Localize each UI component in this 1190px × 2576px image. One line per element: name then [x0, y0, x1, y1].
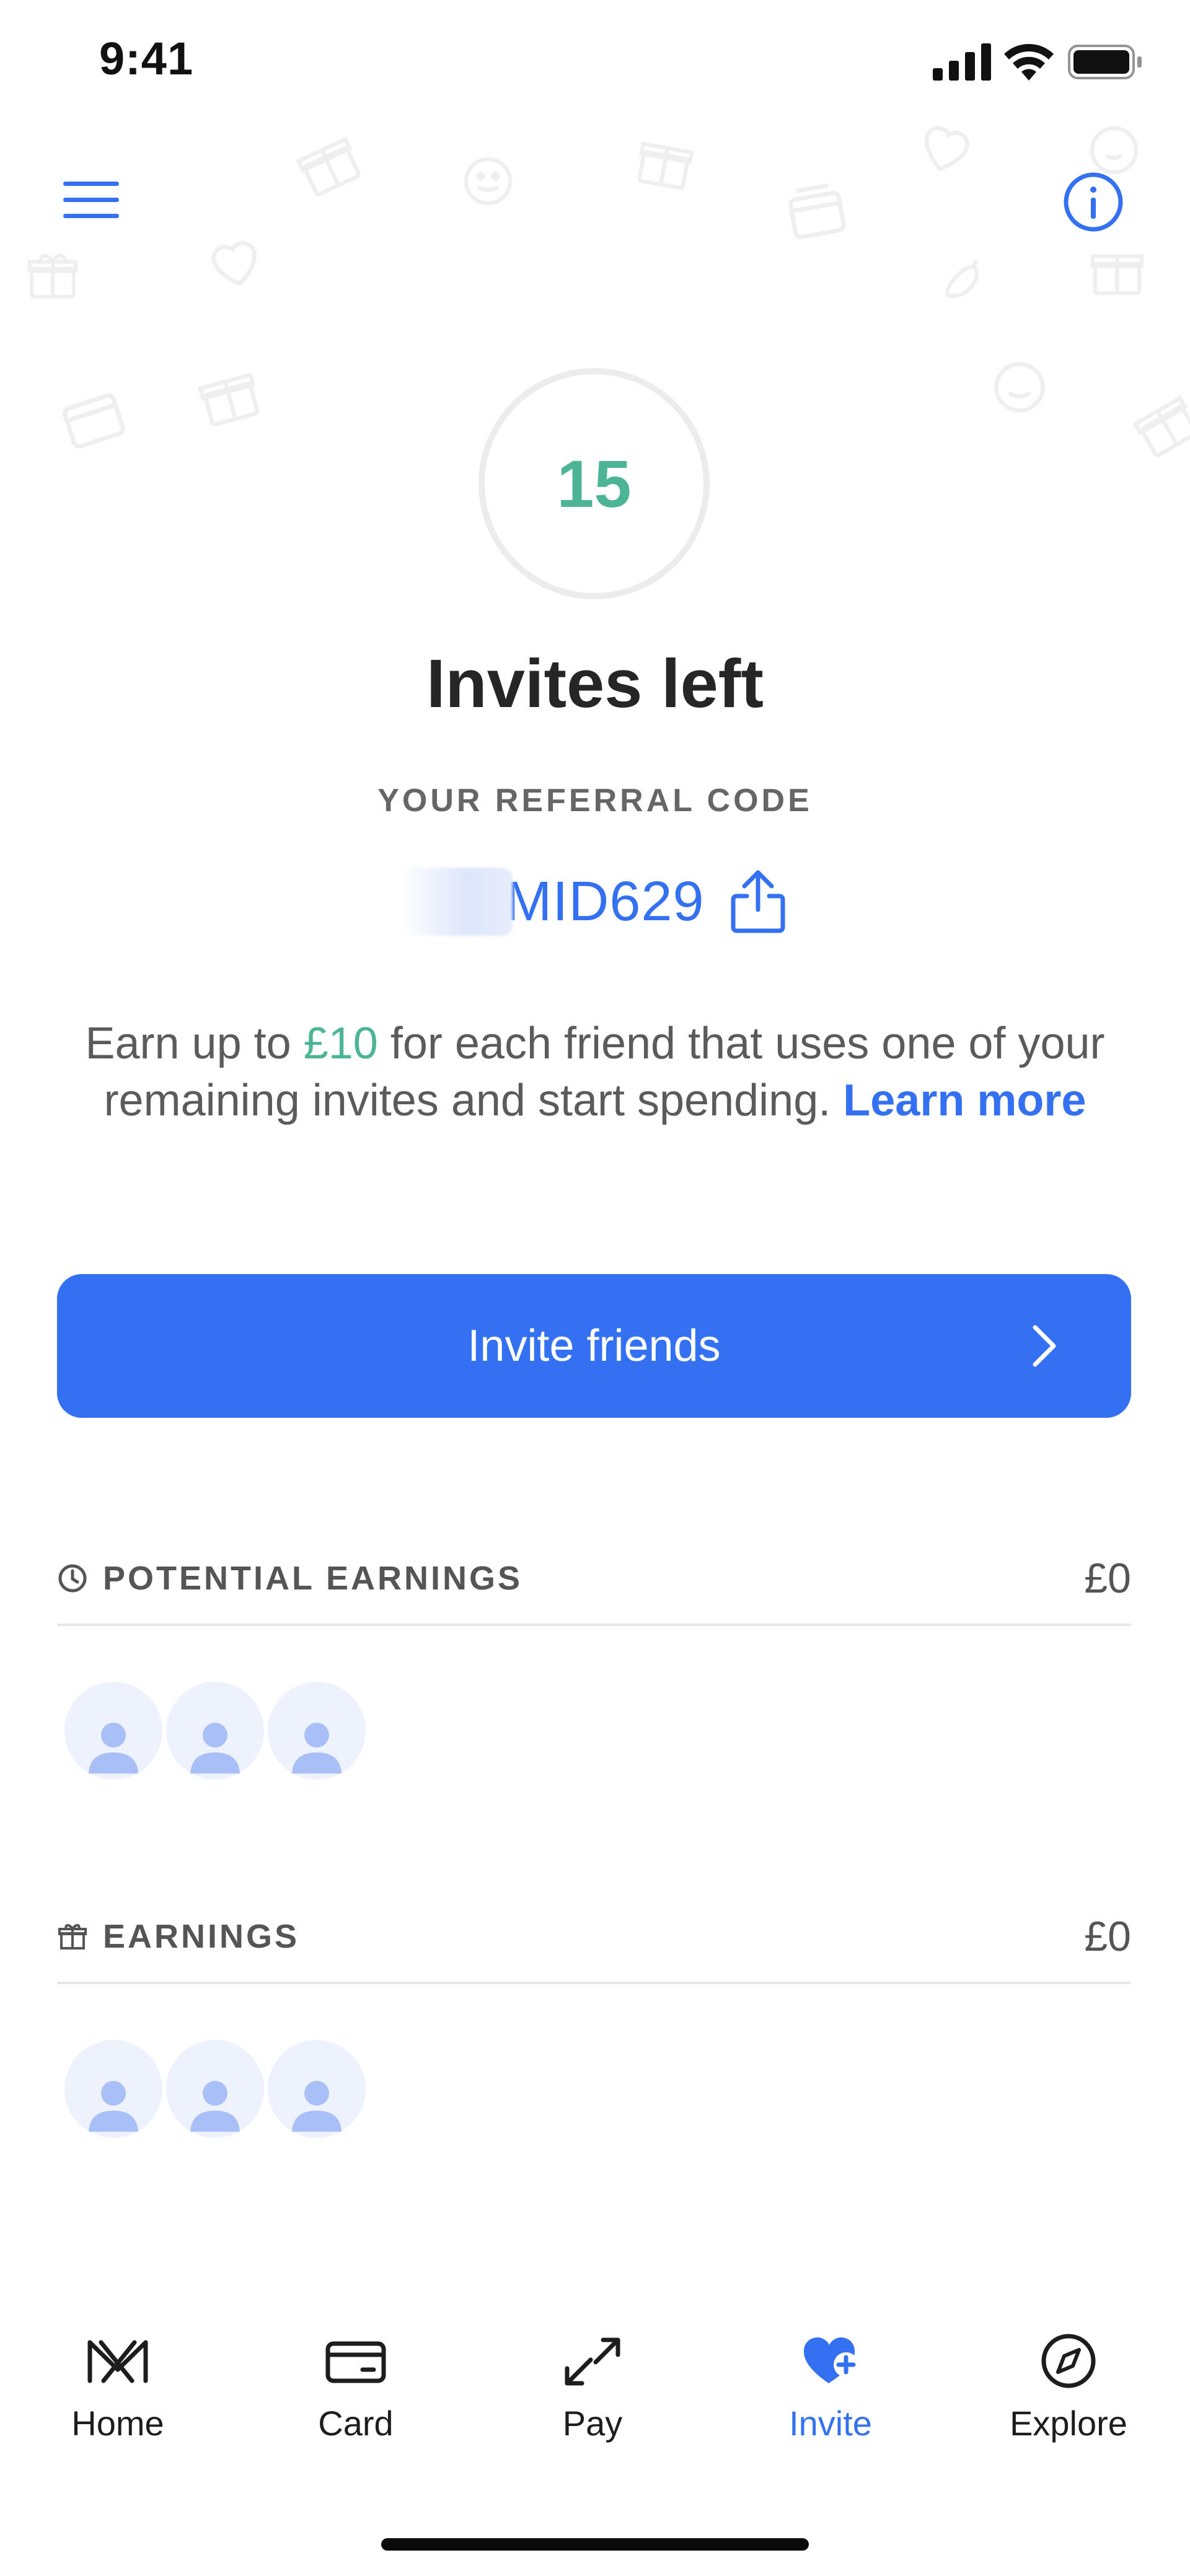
tab-pay[interactable]: Pay — [500, 2330, 685, 2443]
earnings-header: EARNINGS £0 — [57, 1900, 1131, 1974]
potential-earnings-header: POTENTIAL EARNINGS £0 — [57, 1542, 1131, 1616]
decorative-gift-icon — [1132, 393, 1190, 459]
battery-icon — [1068, 45, 1142, 79]
home-indicator[interactable] — [381, 2538, 809, 2551]
tab-pay-label: Pay — [562, 2404, 623, 2443]
referral-code-label: YOUR REFERRAL CODE — [377, 783, 813, 819]
person-icon — [89, 2081, 138, 2132]
card-icon — [325, 2341, 386, 2383]
person-icon — [292, 2081, 342, 2132]
gift-icon — [58, 1923, 87, 1950]
invite-friends-label: Invite friends — [467, 1321, 721, 1371]
referral-code-redaction — [401, 868, 513, 936]
decorative-smiley-icon — [989, 356, 1051, 421]
chevron-right-icon — [1033, 1325, 1056, 1367]
status-icons — [933, 41, 1144, 87]
avatar-placeholder — [162, 2036, 268, 2142]
decorative-wallet-icon — [59, 384, 127, 455]
decorative-heart-icon — [205, 232, 267, 297]
page-title: Invites left — [426, 646, 764, 722]
decorative-pepper-icon — [933, 251, 992, 313]
invite-screen: 9:41 15 Invites left YOUR REFERRAL CODE … — [0, 0, 1190, 2576]
potential-earnings-avatars — [61, 1678, 369, 1783]
learn-more-link[interactable]: Learn more — [843, 1076, 1086, 1125]
status-time: 9:41 — [99, 33, 194, 84]
tab-card-label: Card — [318, 2404, 394, 2443]
transfer-arrows-icon — [565, 2337, 620, 2386]
decorative-smiley-icon — [459, 152, 518, 214]
decorative-gift-icon — [198, 366, 260, 431]
person-icon — [292, 1723, 342, 1774]
menu-button[interactable] — [61, 175, 123, 225]
reward-amount: £10 — [303, 1019, 378, 1068]
compass-icon — [1041, 2334, 1096, 2388]
divider — [57, 1624, 1131, 1626]
referral-code-row: MID629 — [0, 868, 1190, 936]
earnings-title: EARNINGS — [103, 1918, 300, 1955]
tab-card[interactable]: Card — [263, 2330, 449, 2443]
bottom-tab-bar: Home Card Pay Invite Explore — [0, 2330, 1190, 2491]
potential-earnings-section: POTENTIAL EARNINGS £0 — [57, 1542, 1131, 1783]
person-icon — [190, 2081, 240, 2132]
avatar-placeholder — [264, 2036, 369, 2142]
decorative-heart-icon — [914, 118, 976, 183]
heart-plus-icon — [804, 2337, 858, 2383]
person-icon — [190, 1723, 240, 1774]
clock-icon — [58, 1564, 87, 1593]
tab-explore-label: Explore — [1010, 2404, 1127, 2443]
decorative-gift-icon — [1088, 242, 1147, 304]
earnings-section: EARNINGS £0 — [57, 1900, 1131, 2142]
avatar-placeholder — [264, 1678, 369, 1783]
tab-explore[interactable]: Explore — [976, 2330, 1161, 2443]
decorative-gift-icon — [25, 248, 81, 307]
referral-code[interactable]: MID629 — [505, 870, 704, 934]
person-icon — [89, 1723, 138, 1774]
potential-earnings-value: £0 — [1084, 1555, 1131, 1602]
wifi-icon — [1004, 44, 1054, 81]
description-text-start: Earn up to — [85, 1019, 304, 1068]
share-icon[interactable] — [727, 868, 789, 936]
tab-invite[interactable]: Invite — [738, 2330, 923, 2443]
info-icon — [1064, 172, 1123, 232]
invites-counter-ring: 15 — [478, 368, 710, 599]
cellular-signal-icon — [933, 43, 991, 81]
potential-earnings-title: POTENTIAL EARNINGS — [103, 1560, 523, 1597]
earnings-avatars — [61, 2036, 369, 2142]
earnings-value: £0 — [1084, 1913, 1131, 1960]
hamburger-menu-icon — [63, 182, 119, 218]
tab-home-label: Home — [71, 2404, 164, 2443]
divider — [57, 1982, 1131, 1984]
avatar-placeholder — [61, 2036, 166, 2142]
info-button[interactable] — [1062, 171, 1124, 233]
tab-invite-label: Invite — [789, 2404, 872, 2443]
referral-description: Earn up to £10 for each friend that uses… — [56, 1015, 1134, 1129]
invite-friends-button[interactable]: Invite friends — [57, 1274, 1131, 1418]
decorative-gift-icon — [635, 133, 694, 195]
monzo-logo-icon — [87, 2340, 148, 2383]
avatar-placeholder — [162, 1678, 268, 1783]
invites-count: 15 — [557, 446, 632, 521]
decorative-wallet-icon — [784, 180, 849, 248]
tab-home[interactable]: Home — [25, 2330, 211, 2443]
avatar-placeholder — [61, 1678, 166, 1783]
decorative-gift-icon — [296, 133, 361, 198]
